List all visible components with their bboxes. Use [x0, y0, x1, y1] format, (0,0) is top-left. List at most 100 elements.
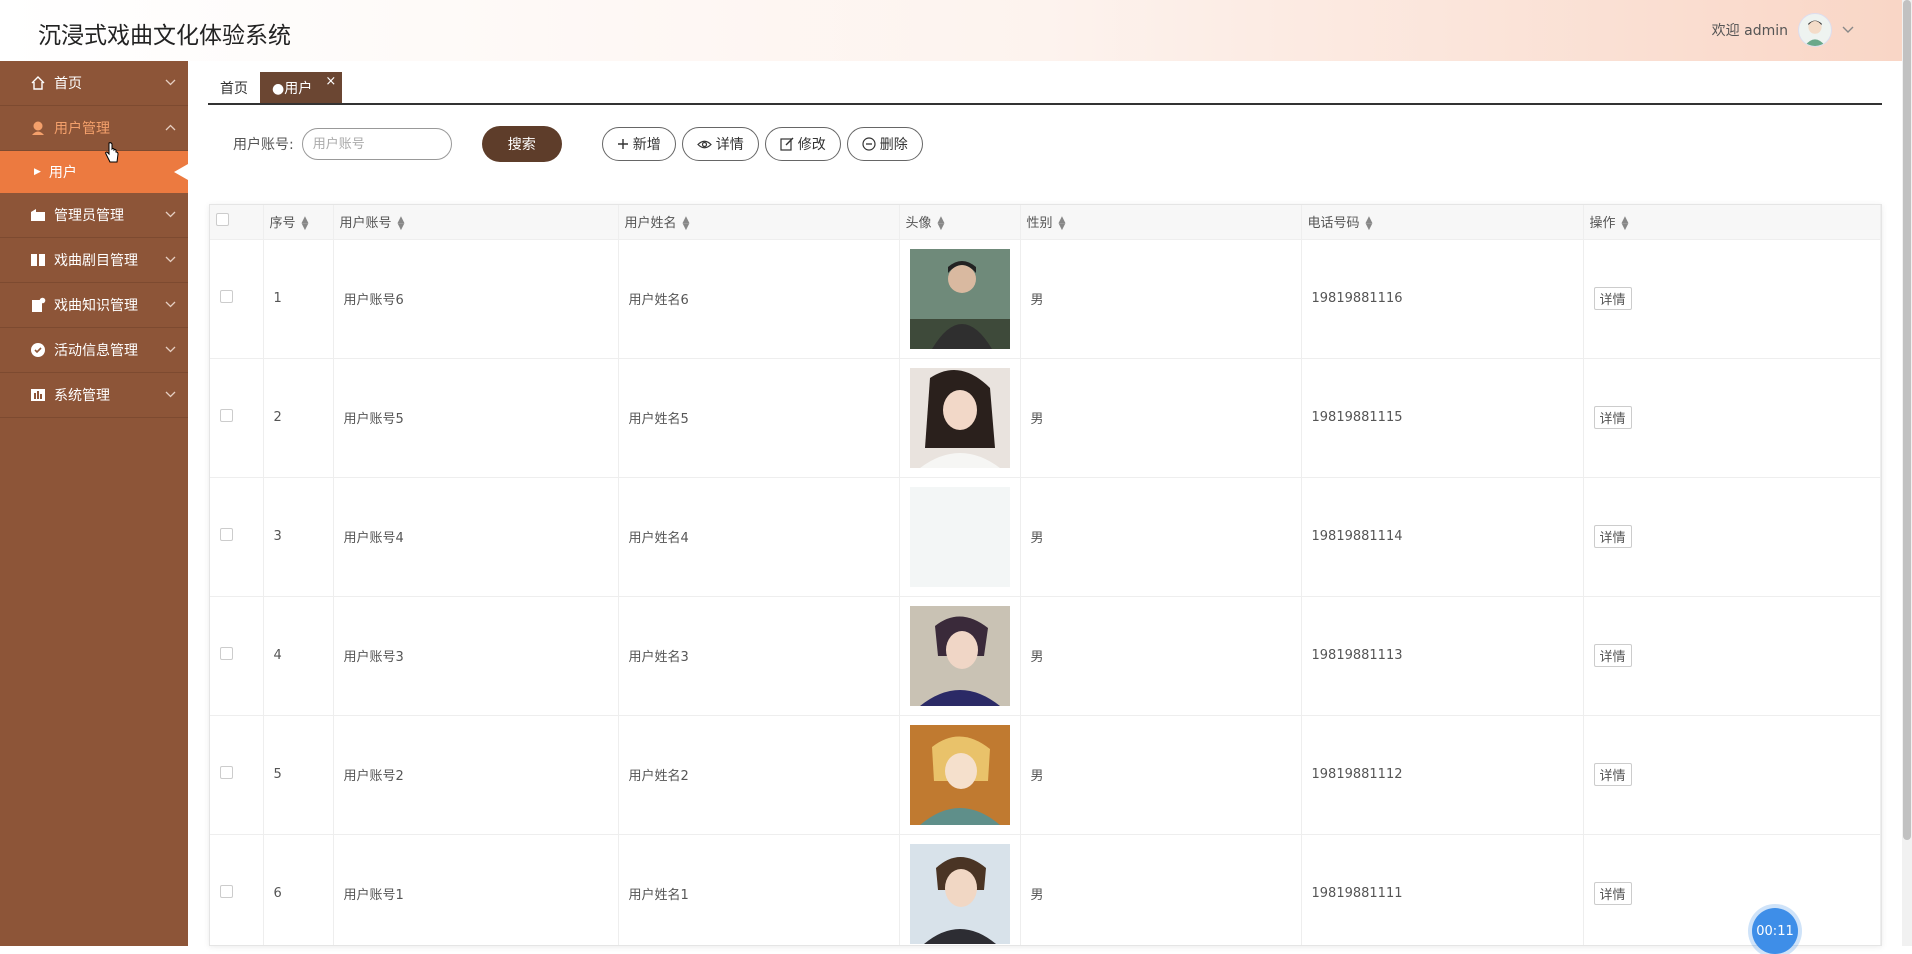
sidebar-subitem-users[interactable]: ▶ 用户: [0, 151, 188, 193]
row-avatar-cell: [899, 596, 1021, 716]
sidebar-item-home[interactable]: 首页: [0, 61, 188, 106]
column-header-phone[interactable]: 电话号码 ▲ ▼: [1301, 205, 1584, 240]
sidebar-item-opera-knowledge[interactable]: 戏曲知识管理: [0, 283, 188, 328]
sidebar-item-opera-repertoire[interactable]: 戏曲剧目管理: [0, 238, 188, 283]
sidebar-item-label: 首页: [54, 76, 82, 92]
check-circle-icon: [30, 342, 46, 358]
column-header-gender[interactable]: 性别 ▲ ▼: [1020, 205, 1302, 240]
tab-users[interactable]: ●用户 ×: [260, 72, 343, 103]
row-avatar-cell: [899, 834, 1021, 945]
timer-badge[interactable]: 00:11: [1752, 908, 1798, 954]
column-header-actions[interactable]: 操作 ▲ ▼: [1583, 205, 1881, 240]
chevron-down-icon: [165, 76, 176, 89]
user-table: 序号 ▲ ▼ 用户账号 ▲ ▼ 用户姓名 ▲ ▼ 头像 ▲ ▼ 性别 ▲ ▼ 电话号码 ▲ ▼ 操作 ▲ ▼…: [209, 204, 1882, 946]
page-scrollbar[interactable]: [1902, 0, 1912, 946]
row-detail-button[interactable]: 详情: [1593, 287, 1632, 310]
search-input[interactable]: [301, 128, 452, 160]
tab-home[interactable]: 首页: [208, 72, 260, 103]
row-actions: 详情: [1583, 596, 1881, 716]
sort-icon[interactable]: ▲ ▼: [1059, 215, 1066, 231]
row-name: 用户姓名3: [618, 596, 900, 716]
table-row: 6 用户账号1 用户姓名1 男 19819881111 详情: [210, 834, 1881, 945]
row-account: 用户账号1: [333, 834, 619, 945]
avatar-photo: [909, 248, 1010, 349]
row-select-cell[interactable]: [210, 477, 264, 597]
row-checkbox[interactable]: [220, 885, 233, 898]
add-button[interactable]: 新增: [601, 127, 676, 161]
row-no: 4: [263, 596, 334, 716]
row-detail-button[interactable]: 详情: [1593, 644, 1632, 667]
row-actions: 详情: [1583, 715, 1881, 835]
user-menu[interactable]: 欢迎 admin: [1712, 12, 1854, 48]
edit-button[interactable]: 修改: [764, 127, 841, 161]
row-checkbox[interactable]: [220, 290, 233, 303]
row-detail-button[interactable]: 详情: [1593, 882, 1632, 905]
row-select-cell[interactable]: [210, 239, 264, 359]
sort-icon[interactable]: ▲ ▼: [302, 215, 309, 231]
select-all-cell[interactable]: [210, 205, 264, 240]
plus-icon: [617, 138, 629, 150]
row-checkbox[interactable]: [220, 409, 233, 422]
sidebar-item-activity-info[interactable]: 活动信息管理: [0, 328, 188, 373]
column-header-no[interactable]: 序号 ▲ ▼: [263, 205, 334, 240]
row-phone: 19819881116: [1301, 239, 1584, 359]
row-account: 用户账号3: [333, 596, 619, 716]
row-select-cell[interactable]: [210, 358, 264, 478]
column-header-name[interactable]: 用户姓名 ▲ ▼: [618, 205, 900, 240]
welcome-text: 欢迎 admin: [1711, 23, 1788, 39]
row-phone: 19819881115: [1301, 358, 1584, 478]
avatar-illustration: [909, 724, 1010, 825]
chevron-down-icon: [165, 343, 176, 356]
sidebar-item-label: 管理员管理: [54, 208, 124, 224]
row-select-cell[interactable]: [210, 715, 264, 835]
row-actions: 详情: [1583, 239, 1881, 359]
column-header-avatar[interactable]: 头像 ▲ ▼: [899, 205, 1021, 240]
sidebar: 首页 用户管理 ▶ 用户 管理员管理 戏曲剧目管理 戏曲知识管理 活动信息管理 …: [0, 61, 188, 946]
sidebar-item-admin-management[interactable]: 管理员管理: [0, 193, 188, 238]
row-avatar-cell: [899, 715, 1021, 835]
sort-icon[interactable]: ▲ ▼: [1622, 215, 1629, 231]
sidebar-item-label: 用户管理: [54, 121, 110, 137]
row-gender: 男: [1020, 834, 1302, 945]
select-all-checkbox[interactable]: [216, 213, 229, 227]
chevron-down-icon[interactable]: [1842, 23, 1854, 37]
row-detail-button[interactable]: 详情: [1593, 525, 1632, 548]
avatar-photo: [909, 367, 1010, 468]
row-avatar-cell: [899, 358, 1021, 478]
sidebar-item-user-management[interactable]: 用户管理: [0, 106, 188, 151]
search-label: 用户账号:: [233, 137, 294, 153]
row-checkbox[interactable]: [220, 766, 233, 779]
search-button[interactable]: 搜索: [481, 126, 562, 162]
scrollbar-thumb[interactable]: [1903, 0, 1911, 840]
document-icon: [30, 297, 46, 313]
row-account: 用户账号5: [333, 358, 619, 478]
delete-button[interactable]: 删除: [846, 127, 923, 161]
chevron-up-icon: [165, 121, 176, 134]
sort-icon[interactable]: ▲ ▼: [683, 215, 690, 231]
chevron-down-icon: [165, 208, 176, 221]
sidebar-subitem-label: 用户: [48, 165, 77, 181]
row-detail-button[interactable]: 详情: [1593, 406, 1632, 429]
row-no: 6: [263, 834, 334, 945]
row-checkbox[interactable]: [220, 647, 233, 660]
sort-icon[interactable]: ▲ ▼: [1366, 215, 1373, 231]
sort-icon[interactable]: ▲ ▼: [398, 215, 405, 231]
sidebar-item-label: 戏曲知识管理: [54, 298, 138, 314]
detail-button[interactable]: 详情: [681, 127, 759, 161]
avatar[interactable]: [1798, 13, 1832, 47]
row-checkbox[interactable]: [220, 528, 233, 541]
row-select-cell[interactable]: [210, 596, 264, 716]
folder-icon: [30, 207, 46, 223]
row-gender: 男: [1020, 596, 1302, 716]
column-header-account[interactable]: 用户账号 ▲ ▼: [333, 205, 619, 240]
row-select-cell[interactable]: [210, 834, 264, 945]
close-icon[interactable]: ×: [325, 74, 336, 89]
row-gender: 男: [1020, 477, 1302, 597]
row-detail-button[interactable]: 详情: [1593, 763, 1632, 786]
active-indicator: [174, 164, 188, 180]
minus-circle-icon: [862, 137, 876, 151]
row-name: 用户姓名6: [618, 239, 900, 359]
row-avatar-cell: [899, 239, 1021, 359]
sidebar-item-system-management[interactable]: 系统管理: [0, 373, 188, 418]
sort-icon[interactable]: ▲ ▼: [938, 215, 945, 231]
